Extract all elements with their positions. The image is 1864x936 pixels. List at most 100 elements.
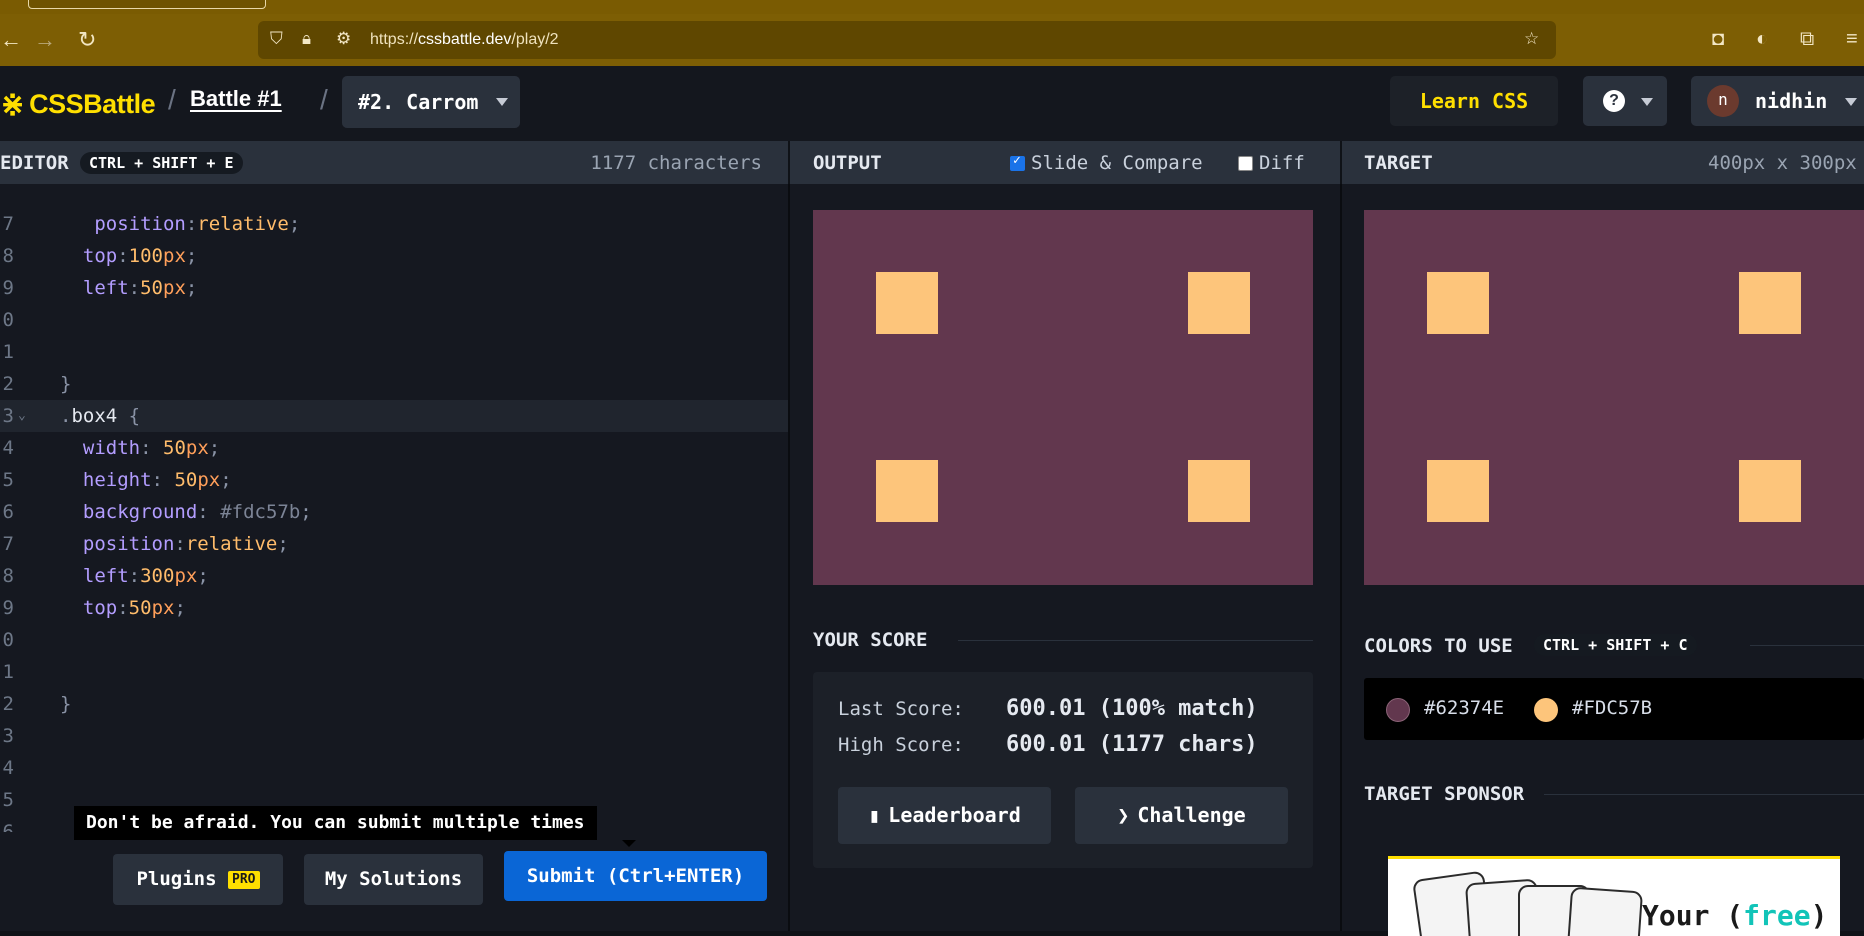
user-menu-button[interactable]: n nidhin (1691, 76, 1864, 126)
forward-icon[interactable]: → (34, 28, 56, 52)
code-text: } (60, 693, 72, 715)
code-line: 1 (0, 336, 788, 368)
leaderboard-label: Leaderboard (888, 803, 1021, 827)
line-number: 5 (2, 789, 14, 811)
chevron-down-icon (1641, 98, 1653, 106)
browser-toolbar: ← → ↻ ⛉ 🔒︎ ⚙ https://cssbattle.dev/play/… (0, 14, 1864, 66)
line-number: 6 (2, 501, 14, 523)
slide-compare-toggle[interactable]: ✓ Slide & Compare (1010, 152, 1203, 174)
output-canvas[interactable] (813, 210, 1313, 585)
code-text: position:relative; (94, 213, 301, 235)
target-box (1427, 272, 1489, 334)
code-line: 2} (0, 688, 788, 720)
character-count: 1177 characters (590, 152, 762, 174)
lock-icon[interactable]: 🔒︎ (302, 29, 311, 49)
submit-button[interactable]: Submit (Ctrl+ENTER) (504, 851, 767, 901)
plugins-label: Plugins (136, 868, 217, 890)
menu-icon[interactable]: ≡ (1846, 28, 1858, 51)
color-hex[interactable]: #62374E (1424, 697, 1504, 719)
plugins-button[interactable]: Plugins PRO (113, 854, 283, 905)
profile-icon[interactable]: ◐ (1756, 28, 1768, 51)
line-number: 2 (2, 373, 14, 395)
line-number: 5 (2, 469, 14, 491)
line-number: 4 (2, 437, 14, 459)
last-score-value: 600.01 (100% match) (1006, 696, 1258, 721)
code-line: 0 (0, 304, 788, 336)
code-text: width: 50px; (82, 437, 221, 459)
code-line: 9 left:50px; (0, 272, 788, 304)
output-title: OUTPUT (813, 152, 882, 174)
colors-to-use-title: COLORS TO USE (1364, 635, 1513, 657)
output-header: OUTPUT ✓ Slide & Compare Diff (790, 141, 1340, 184)
address-bar[interactable]: ⛉ 🔒︎ ⚙ https://cssbattle.dev/play/2 ☆ (258, 21, 1556, 59)
target-sponsor-title: TARGET SPONSOR (1364, 783, 1525, 805)
color-swatch[interactable] (1386, 698, 1410, 722)
browser-tab-strip (0, 0, 1864, 14)
target-dropdown[interactable]: #2. Carrom (342, 76, 520, 128)
help-icon: ? (1603, 90, 1625, 112)
slide-compare-label: Slide & Compare (1031, 152, 1203, 174)
sponsor-headline: Your (free) (1642, 899, 1827, 932)
breadcrumb-separator: / (168, 84, 176, 115)
target-panel: COLORS TO USE CTRL + SHIFT + C #62374E #… (1342, 184, 1864, 936)
leaderboard-button[interactable]: ▮ Leaderboard (838, 787, 1051, 844)
line-number: 3 (2, 405, 14, 427)
target-title: TARGET (1364, 152, 1433, 174)
output-box (876, 460, 938, 522)
target-box (1427, 460, 1489, 522)
output-box (1188, 272, 1250, 334)
line-number: 0 (2, 309, 14, 331)
colors-shortcut-badge: CTRL + SHIFT + C (1534, 634, 1697, 656)
code-line: 5 height: 50px; (0, 464, 788, 496)
target-box (1739, 272, 1801, 334)
battle-link[interactable]: Battle #1 (190, 86, 282, 112)
browser-tab[interactable] (28, 0, 266, 9)
line-number: 2 (2, 693, 14, 715)
color-hex[interactable]: #FDC57B (1572, 697, 1652, 719)
bookmark-star-icon[interactable]: ☆ (1524, 29, 1539, 49)
code-text: top:50px; (82, 597, 186, 619)
line-number: 6 (2, 821, 14, 832)
challenge-button[interactable]: ❯ Challenge (1075, 787, 1288, 844)
sponsor-image (1564, 886, 1644, 936)
code-text: top:100px; (82, 245, 198, 267)
editor-title: EDITOR (0, 152, 69, 174)
your-score-title: YOUR SCORE (813, 629, 928, 651)
sponsor-text-2: free (1743, 899, 1811, 932)
back-icon[interactable]: ← (0, 28, 22, 52)
code-line: 0 (0, 624, 788, 656)
slide-compare-checkbox[interactable]: ✓ (1010, 153, 1025, 171)
shield-icon[interactable]: ⛉ (270, 29, 283, 49)
last-score-label: Last Score: (838, 698, 964, 720)
url-text[interactable]: https://cssbattle.dev/play/2 (370, 31, 559, 49)
line-number: 4 (2, 757, 14, 779)
code-text: height: 50px; (82, 469, 232, 491)
reload-icon[interactable]: ↻ (78, 28, 96, 52)
my-solutions-button[interactable]: My Solutions (304, 854, 483, 905)
help-menu-button[interactable]: ? (1583, 76, 1667, 126)
line-number: 7 (2, 533, 14, 555)
target-canvas[interactable] (1364, 210, 1864, 585)
diff-checkbox[interactable] (1238, 156, 1253, 171)
target-box (1739, 460, 1801, 522)
target-header: TARGET 400px x 300px (1342, 141, 1864, 184)
extensions-icon[interactable]: ⧉ (1800, 28, 1814, 51)
color-swatch[interactable] (1534, 698, 1558, 722)
pocket-icon[interactable]: ◘ (1712, 28, 1724, 51)
user-name: nidhin (1755, 89, 1828, 113)
code-text: position:relative; (82, 533, 289, 555)
code-text: left:50px; (82, 277, 198, 299)
target-dropdown-label: #2. Carrom (358, 90, 479, 114)
code-line: 4 width: 50px; (0, 432, 788, 464)
diff-toggle[interactable]: Diff (1238, 152, 1305, 174)
line-number: 8 (2, 565, 14, 587)
permissions-icon[interactable]: ⚙ (336, 29, 351, 49)
cssbattle-logo[interactable]: ⋇ CSSBattle (0, 86, 156, 122)
learn-css-button[interactable]: Learn CSS (1390, 76, 1558, 126)
code-line: 8 top:100px; (0, 240, 788, 272)
fold-chevron-icon[interactable]: ⌄ (18, 400, 26, 432)
url-domain: cssbattle.dev (418, 31, 512, 48)
code-text: background: #fdc57b; (82, 501, 312, 523)
sponsor-banner[interactable]: Your (free) (1388, 856, 1840, 936)
code-line: 8 left:300px; (0, 560, 788, 592)
